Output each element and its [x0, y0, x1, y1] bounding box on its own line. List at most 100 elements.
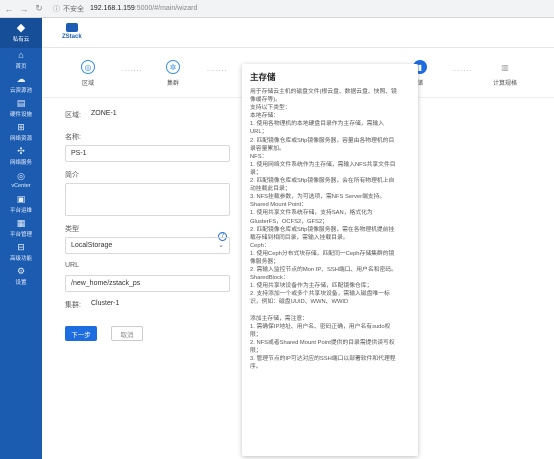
tooltip-line: 支持以下类型：	[250, 105, 291, 112]
step-connector: .......	[452, 66, 473, 73]
ops-icon: ▣	[16, 194, 26, 204]
sidebar-item-label: vCenter	[11, 183, 31, 189]
sidebar: ◆ 私有云 ⌂ 首页 ☁ 云资源池 ▤ 硬件设施 ⊞ 网络资源 ✣ 网络服务 ◎…	[0, 18, 42, 459]
cancel-button[interactable]: 取消	[111, 326, 143, 341]
step-label: 集群	[166, 81, 179, 87]
forward-icon[interactable]: →	[18, 3, 30, 15]
name-label: 名称:	[65, 134, 81, 141]
description-label: 简介	[65, 172, 79, 179]
help-tooltip: 主存储 用于存储云主机的磁盘文件(根云盘、数据云盘、快照、镜 像缓存等)。 支持以下…	[242, 64, 418, 456]
sidebar-item-network-resources[interactable]: ⊞ 网络资源	[0, 120, 42, 144]
tooltip-line: SharedBlock：	[250, 275, 289, 282]
sidebar-item-vcenter[interactable]: ◎ vCenter	[0, 168, 42, 192]
vcenter-icon: ◎	[17, 171, 25, 181]
sidebar-item-cloud-resources[interactable]: ☁ 云资源池	[0, 72, 42, 96]
name-input[interactable]: PS-1	[65, 145, 230, 162]
url-path: :5000/#/main/wizard	[134, 5, 198, 12]
tooltip-line: Ceph：	[250, 242, 270, 249]
tooltip-line: 2. NFS或者Shared Mount Point提供的目录需提供读写权	[250, 339, 395, 346]
sidebar-item-label: 平台运维	[9, 208, 32, 214]
zstack-logo-icon	[65, 23, 78, 32]
sidebar-item-label: 网络服务	[9, 160, 32, 166]
tooltip-line: 序。	[250, 364, 262, 371]
type-select[interactable]: LocalStorage ⌄	[65, 237, 230, 254]
sidebar-item-label: 云资源池	[9, 88, 32, 94]
address-bar[interactable]: ⓘ 不安全 192.168.1.159 :5000/#/main/wizard	[53, 2, 197, 15]
tooltip-line: 1. 需确保IP地址、用户名、密码正确，用户名有sudo权	[250, 323, 391, 330]
tooltip-body: 用于存储云主机的磁盘文件(根云盘、数据云盘、快照、镜 像缓存等)。 支持以下类型：本…	[250, 88, 410, 371]
zone-key: 区域:	[65, 112, 81, 119]
reload-icon[interactable]: ↻	[33, 3, 45, 15]
tooltip-line: 2. 匹配镜像仓库或Sftp镜像服务器，需在各物理机提前挂	[250, 226, 395, 233]
home-icon: ⌂	[18, 50, 24, 60]
sidebar-logo[interactable]: ◆ 私有云	[0, 18, 42, 48]
brand-name: ZStack	[62, 34, 82, 40]
tooltip-line: 1. 使用各物理机的本地硬盘目录作为主存储，需输入	[250, 121, 384, 128]
url-host: 192.168.1.159	[90, 5, 135, 12]
url-input[interactable]: /new_home/zstack_ps	[65, 275, 230, 292]
tooltip-line: 2. 需输入监控节点的Mon IP、SSH端口、用户名和密码。	[250, 267, 397, 274]
cloud-icon: ☁	[16, 74, 26, 84]
sidebar-item-admin[interactable]: ▦ 平台管理	[0, 216, 42, 240]
chevron-down-icon: ⌄	[218, 242, 224, 249]
tooltip-line: 载存储到相同目录，需输入挂载目录。	[250, 234, 349, 241]
network-service-icon: ✣	[17, 146, 25, 156]
step-connector: .......	[207, 66, 228, 73]
info-icon[interactable]: ⓘ	[53, 4, 60, 14]
cluster-key: 集群:	[65, 302, 81, 309]
sidebar-item-ops[interactable]: ▣ 平台运维	[0, 192, 42, 216]
tooltip-line: 本地存储：	[250, 113, 279, 120]
step-label: 区域	[81, 81, 94, 87]
sidebar-logo-label: 私有云	[12, 37, 30, 43]
tooltip-line: 1. 使用Ceph分布式块存储，匹配同一Ceph存储集群的镜	[250, 250, 395, 257]
step-instance-offering[interactable]: ▥ 计算规格	[485, 60, 525, 88]
cluster-row: 集群: Cluster-1	[65, 300, 245, 314]
sidebar-item-label: 硬件设施	[9, 112, 32, 118]
zone-value: ZONE-1	[91, 110, 117, 117]
sidebar-item-label: 平台管理	[9, 232, 32, 238]
tooltip-line: 1. 使用共享文件系统存储，支持SAN，格式化为	[250, 210, 373, 217]
sidebar-item-label: 首页	[15, 64, 27, 70]
step-label: 计算规格	[492, 81, 517, 87]
browser-toolbar: ← → ↻ ⓘ 不安全 192.168.1.159 :5000/#/main/w…	[0, 0, 554, 18]
security-label: 不安全	[63, 5, 84, 13]
tooltip-line: 动挂载此目录；	[250, 186, 291, 193]
primary-storage-form: 区域: ZONE-1 名称: PS-1 简介 类型 ? LocalStorage…	[65, 110, 245, 341]
sidebar-item-label: 设置	[15, 280, 27, 286]
next-button[interactable]: 下一步	[65, 326, 97, 341]
tooltip-line: 2. 支持添加一个或多个共享块设备，需输入磁盘唯一标	[250, 291, 390, 298]
sidebar-item-hardware[interactable]: ▤ 硬件设施	[0, 96, 42, 120]
type-label: 类型	[65, 226, 79, 233]
sidebar-item-advanced[interactable]: ⊟ 高级功能	[0, 240, 42, 264]
offering-step-icon: ▥	[501, 62, 509, 72]
settings-icon: ⚙	[16, 266, 26, 276]
sidebar-item-home[interactable]: ⌂ 首页	[0, 48, 42, 72]
tooltip-line: GlusterFS，OCFS2，GFS2；	[250, 218, 328, 225]
tooltip-line: 限；	[250, 347, 262, 354]
step-zone[interactable]: ◎ 区域	[68, 60, 108, 87]
tooltip-line: 限；	[250, 331, 262, 338]
zone-step-icon: ◎	[81, 60, 95, 74]
tooltip-line: 添加主存储，需注意：	[250, 315, 308, 322]
tooltip-line: 1. 使用共享块设备作为主存储，匹配镜像仓库；	[250, 283, 373, 290]
network-icon: ⊞	[17, 122, 25, 132]
sidebar-item-network-services[interactable]: ✣ 网络服务	[0, 144, 42, 168]
admin-icon: ▦	[16, 218, 26, 228]
brand-logo[interactable]: ZStack	[62, 23, 82, 40]
cluster-value: Cluster-1	[91, 300, 120, 307]
tooltip-line: 1. 使用网络文件系统作为主存储，需输入NFS共享文件目	[250, 161, 396, 168]
type-label-row: 类型 ?	[65, 224, 245, 241]
back-icon[interactable]: ←	[3, 3, 15, 15]
cluster-step-icon: ✲	[166, 60, 180, 74]
tooltip-line: URL；	[250, 129, 268, 136]
tooltip-line: 录；	[250, 169, 262, 176]
step-cluster[interactable]: ✲ 集群	[153, 60, 193, 87]
sidebar-item-label: 高级功能	[9, 256, 32, 262]
top-header: ZStack	[42, 18, 554, 48]
tooltip-line: 3. NFS挂载参数，为可选项，需NFS Server端支持。	[250, 194, 386, 201]
description-textarea[interactable]	[65, 183, 230, 216]
url-label: URL	[65, 262, 80, 269]
tooltip-line: 用于存储云主机的磁盘文件(根云盘、数据云盘、快照、镜	[250, 89, 397, 95]
sidebar-item-settings[interactable]: ⚙ 设置	[0, 264, 42, 288]
tooltip-line: 录容量累加。	[250, 145, 285, 152]
